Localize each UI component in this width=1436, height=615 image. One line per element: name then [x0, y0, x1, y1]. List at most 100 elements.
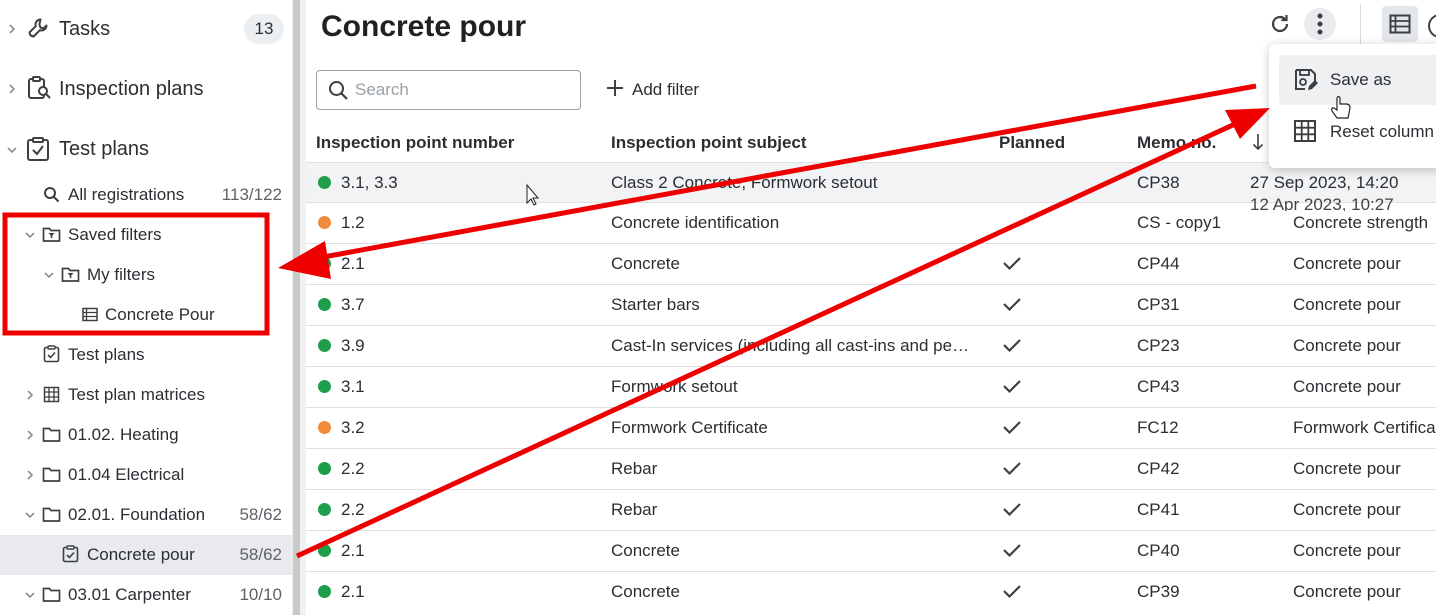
carpenter-count: 10/10 — [239, 585, 282, 604]
chevron-right-icon[interactable] — [5, 82, 19, 96]
sidebar-item-test-plan-matrices[interactable]: Test plan matrices — [0, 376, 292, 414]
chevron-down-icon[interactable] — [5, 143, 19, 157]
status-dot — [318, 544, 331, 557]
menu-item-save-as[interactable]: Save as — [1279, 55, 1436, 105]
sidebar-resize-handle[interactable] — [292, 0, 306, 615]
sidebar-item-my-filters[interactable]: My filters — [0, 256, 292, 294]
refresh-icon[interactable] — [1264, 8, 1296, 40]
chevron-right-icon[interactable] — [5, 22, 19, 36]
sidebar-item-label: Test plans — [59, 138, 150, 160]
cell-subject: Concrete — [611, 582, 680, 601]
page-title: Concrete pour — [321, 10, 527, 43]
sidebar-item-label: 02.01. Foundation — [68, 505, 206, 524]
sidebar-item-electrical[interactable]: 01.04 Electrical — [0, 456, 292, 494]
cell-memo: FC12 — [1137, 418, 1179, 437]
folder-icon — [42, 506, 61, 523]
sidebar-item-label: 01.02. Heating — [68, 425, 179, 444]
chevron-down-icon[interactable] — [23, 588, 37, 602]
sidebar-item-foundation[interactable]: 02.01. Foundation 58/62 — [0, 496, 292, 534]
grid-icon — [1293, 119, 1317, 148]
cell-number: 3.9 — [341, 336, 365, 355]
cell-number: 2.1 — [341, 541, 365, 560]
table-row[interactable]: 2.2 Rebar CP42 Concrete pour — [306, 448, 1436, 489]
status-dot — [318, 298, 331, 311]
chevron-down-icon[interactable] — [23, 228, 37, 242]
cell-memo: CP31 — [1137, 295, 1180, 314]
cell-memo: CP43 — [1137, 377, 1180, 396]
clipboard-check-icon — [43, 345, 60, 363]
status-dot — [318, 176, 331, 189]
checkmark-icon — [1002, 378, 1022, 399]
sidebar-item-saved-filters[interactable]: Saved filters — [0, 216, 292, 254]
sidebar-item-label: Saved filters — [68, 225, 162, 244]
cell-subject: Rebar — [611, 500, 658, 519]
clipboard-check-icon — [62, 545, 79, 563]
plus-icon — [606, 79, 624, 102]
checkmark-icon — [1002, 501, 1022, 522]
toolbar-divider — [1360, 4, 1361, 44]
sidebar-item-carpenter[interactable]: 03.01 Carpenter 10/10 — [0, 576, 292, 614]
sidebar-item-label: Tasks — [59, 18, 111, 40]
status-dot — [318, 462, 331, 475]
sidebar-item-heating[interactable]: 01.02. Heating — [0, 416, 292, 454]
add-filter-button[interactable]: Add filter — [606, 76, 699, 104]
cell-subject: Concrete — [611, 541, 680, 560]
cell-template: Concrete pour — [1293, 295, 1401, 314]
table-row[interactable]: 2.1 Concrete CP40 Concrete pour — [306, 530, 1436, 571]
checkmark-icon — [1002, 419, 1022, 440]
wrench-icon — [26, 16, 50, 40]
column-header-subject[interactable]: Inspection point subject — [611, 133, 807, 153]
sidebar-item-label: 03.01 Carpenter — [68, 585, 191, 604]
sidebar-item-concrete-pour-filter[interactable]: Concrete Pour — [0, 296, 292, 334]
sidebar-item-test-plans-sub[interactable]: Test plans — [0, 336, 292, 374]
cell-memo: CP41 — [1137, 500, 1180, 519]
sidebar-item-label: Test plan matrices — [68, 385, 205, 404]
chevron-down-icon[interactable] — [42, 268, 56, 282]
table-row[interactable]: 3.7 Starter bars CP31 Concrete pour — [306, 284, 1436, 325]
search-input[interactable] — [355, 79, 570, 101]
cell-subject: Starter bars — [611, 295, 700, 314]
checkmark-icon — [1002, 337, 1022, 358]
chevron-right-icon[interactable] — [23, 468, 37, 482]
folder-icon — [42, 586, 61, 603]
sidebar-item-inspection-plans[interactable]: Inspection plans — [0, 60, 292, 118]
sidebar-item-label: Concrete Pour — [105, 305, 215, 324]
cell-date: 12 Apr 2023, 10:27 — [1250, 195, 1394, 211]
cell-number: 2.1 — [341, 582, 365, 601]
search-icon — [43, 186, 60, 203]
cell-subject: Concrete identification — [611, 213, 780, 232]
table-row[interactable]: 2.1 Concrete CP44 Concrete pour — [306, 243, 1436, 284]
cell-subject: Formwork setout — [611, 377, 738, 396]
table-row[interactable]: 2.1 Concrete CP39 Concrete pour — [306, 571, 1436, 612]
table-row[interactable]: 3.2 Formwork Certificate FC12 Formwork Cert… — [306, 407, 1436, 448]
sidebar-item-all-registrations[interactable]: All registrations 113/122 — [0, 176, 292, 214]
sidebar-item-test-plans[interactable]: Test plans — [0, 120, 292, 178]
table-row[interactable]: 3.9 Cast-In services (including all cast-… — [306, 325, 1436, 366]
cell-number: 3.1 — [341, 377, 365, 396]
cell-memo: CP23 — [1137, 336, 1180, 355]
search-field[interactable] — [316, 70, 581, 110]
cell-template: Concrete pour — [1293, 582, 1401, 601]
chevron-down-icon[interactable] — [23, 508, 37, 522]
column-header-number[interactable]: Inspection point number — [316, 133, 514, 153]
sidebar-item-tasks[interactable]: Tasks 13 — [0, 0, 292, 58]
column-header-planned[interactable]: Planned — [999, 133, 1065, 153]
timeline-view-icon[interactable] — [1428, 14, 1436, 38]
chevron-right-icon[interactable] — [23, 428, 37, 442]
table-header: Inspection point number Inspection point… — [306, 124, 1436, 162]
sidebar-item-concrete-pour[interactable]: Concrete pour 58/62 — [0, 535, 292, 575]
table-row[interactable]: 3.1 Formwork setout CP43 Concrete pour — [306, 366, 1436, 407]
table-view-icon[interactable] — [1382, 6, 1418, 42]
table-row[interactable]: 2.2 Rebar CP41 Concrete pour — [306, 489, 1436, 530]
chevron-right-icon[interactable] — [23, 388, 37, 402]
cell-template: Concrete pour — [1293, 254, 1401, 273]
status-dot — [318, 585, 331, 598]
sort-arrow-icon[interactable] — [1252, 133, 1264, 156]
menu-item-reset-column[interactable]: Reset column — [1279, 107, 1436, 157]
more-vertical-icon[interactable] — [1304, 8, 1336, 40]
status-dot — [318, 257, 331, 270]
table-row[interactable]: 1.2 Concrete identification CS - copy1 12 A… — [306, 195, 1436, 243]
status-dot — [318, 503, 331, 516]
cell-number: 2.2 — [341, 500, 365, 519]
column-header-memo[interactable]: Memo no. — [1137, 133, 1216, 153]
